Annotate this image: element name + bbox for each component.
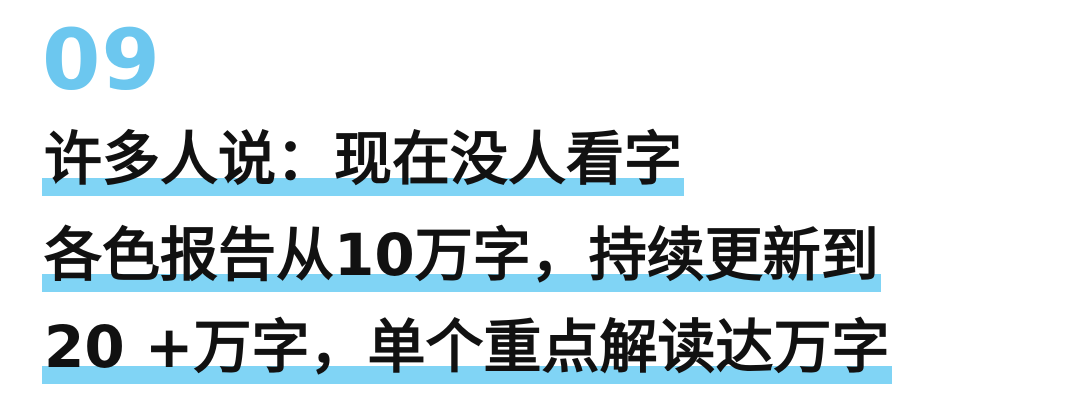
highlighted-text: 许多人说：现在没人看字	[42, 125, 685, 196]
highlighted-text: 各色报告从10万字，持续更新到	[42, 221, 881, 292]
headline-line-1: 许多人说：现在没人看字	[42, 125, 685, 196]
headline-line-3: 20 +万字，单个重点解读达万字	[42, 313, 892, 384]
headline-line-2: 各色报告从10万字，持续更新到	[42, 221, 881, 292]
highlighted-text: 20 +万字，单个重点解读达万字	[42, 313, 892, 384]
section-number: 09	[42, 11, 161, 109]
